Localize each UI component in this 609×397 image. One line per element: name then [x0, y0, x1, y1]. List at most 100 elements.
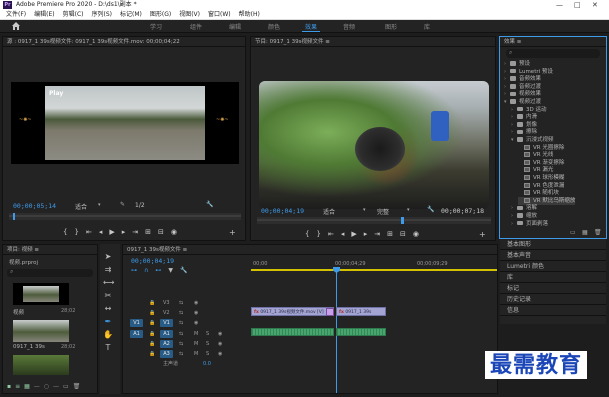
mic-icon[interactable]: ◉ — [218, 329, 222, 339]
extract-icon[interactable]: ⊟ — [400, 230, 413, 238]
source-resolution-select[interactable]: 1/2 — [135, 202, 145, 209]
sync-lock-icon[interactable]: ⇆ — [179, 298, 183, 308]
home-icon[interactable] — [12, 22, 20, 30]
mark-out-icon[interactable]: } — [74, 228, 85, 236]
eye-icon[interactable]: ◉ — [194, 318, 198, 328]
sync-lock-icon[interactable]: ⇆ — [179, 308, 183, 318]
play-icon[interactable]: ▶ — [351, 230, 363, 238]
lock-icon[interactable]: 🔒 — [149, 318, 155, 328]
frame-forward-icon[interactable]: ▸ — [122, 228, 133, 236]
lift-icon[interactable]: ⊞ — [387, 230, 400, 238]
track-name-a1[interactable]: A1 — [160, 330, 173, 338]
tab-learn[interactable]: 学习 — [150, 22, 162, 31]
side-panel-history[interactable]: 历史记录 — [500, 294, 606, 305]
wrench-icon[interactable]: ✎ — [120, 201, 125, 208]
export-frame-icon[interactable]: ◉ — [171, 228, 184, 236]
delete-icon[interactable]: 🗑 — [73, 383, 85, 390]
lock-icon[interactable]: 🔒 — [149, 339, 155, 349]
track-name-a3[interactable]: A3 — [160, 350, 173, 358]
export-frame-icon[interactable]: ◉ — [413, 230, 426, 238]
tab-graphics[interactable]: 图形 — [385, 22, 397, 31]
program-resolution-select[interactable]: 完整 — [377, 207, 389, 216]
play-icon[interactable]: ▶ — [109, 228, 121, 236]
track-name-v1[interactable]: V1 — [160, 319, 173, 327]
menu-item-0[interactable]: 文件(F) — [6, 11, 26, 18]
side-panel-essential-sound[interactable]: 基本声音 — [500, 250, 606, 261]
chevron-down-icon[interactable]: ▾ — [363, 207, 366, 213]
frame-back-icon[interactable]: ◂ — [341, 230, 352, 238]
audio-clip-a1-a[interactable] — [251, 328, 334, 336]
tab-libraries[interactable]: 库 — [424, 22, 430, 31]
menu-item-8[interactable]: 帮助(H) — [239, 11, 260, 18]
tab-effects[interactable]: 效果 — [305, 22, 317, 31]
chevron-down-icon[interactable]: ▾ — [407, 207, 410, 213]
lock-icon[interactable]: ▪ — [7, 383, 15, 390]
mute-button[interactable]: M — [194, 339, 198, 349]
ripple-edit-tool-icon[interactable]: ⟷ — [103, 278, 114, 288]
program-playhead[interactable] — [401, 217, 404, 224]
tab-editing[interactable]: 编辑 — [229, 22, 241, 31]
track-name-a2[interactable]: A2 — [160, 340, 173, 348]
source-patch-v1[interactable]: V1 — [130, 319, 143, 327]
frame-back-icon[interactable]: ◂ — [99, 228, 110, 236]
bin-thumbnail-3[interactable] — [13, 355, 69, 375]
side-panel-info[interactable]: 信息 — [500, 305, 606, 316]
settings-wrench-icon[interactable]: 🔧 — [180, 267, 194, 274]
add-marker-icon[interactable]: ▼ — [168, 267, 180, 274]
add-button-icon[interactable]: + — [479, 230, 486, 239]
step-back-icon[interactable]: ⇤ — [86, 228, 99, 236]
menu-item-5[interactable]: 图形(G) — [150, 11, 171, 18]
zoom-slider[interactable]: —○— — [34, 383, 63, 390]
source-playhead[interactable] — [13, 213, 15, 220]
mark-in-icon[interactable]: { — [63, 228, 74, 236]
track-select-tool-icon[interactable]: ⇉ — [103, 265, 113, 275]
lock-icon[interactable]: 🔒 — [149, 298, 155, 308]
delete-icon[interactable]: 🗑 — [594, 229, 602, 236]
solo-button[interactable]: S — [206, 339, 209, 349]
side-panel-libraries[interactable]: 库 — [500, 272, 606, 283]
solo-button[interactable]: S — [206, 349, 209, 359]
tab-color[interactable]: 颜色 — [268, 22, 280, 31]
eye-icon[interactable]: ◉ — [194, 298, 198, 308]
project-search-input[interactable]: ⌕ — [7, 268, 93, 277]
menu-item-1[interactable]: 编辑(E) — [34, 11, 54, 18]
work-area-bar[interactable] — [251, 269, 497, 271]
bin-thumbnail-1[interactable] — [13, 283, 69, 305]
sync-lock-icon[interactable]: ⇆ — [179, 329, 183, 339]
settings-wrench-icon[interactable]: 🔧 — [206, 201, 213, 208]
solo-button[interactable]: S — [206, 329, 209, 339]
source-scrub-bar[interactable] — [9, 213, 241, 220]
hand-tool-icon[interactable]: ✋ — [103, 330, 113, 340]
menu-item-6[interactable]: 视图(V) — [179, 11, 200, 18]
settings-wrench-icon[interactable]: 🔧 — [427, 206, 434, 213]
chevron-down-icon[interactable]: ▾ — [98, 202, 101, 208]
mark-in-icon[interactable]: { — [305, 230, 316, 238]
timeline-timecode[interactable]: 00;00;04;19 — [131, 257, 174, 265]
type-tool-icon[interactable]: T — [103, 343, 113, 353]
program-timecode[interactable]: 00;00;04;19 — [261, 207, 304, 215]
program-fit-select[interactable]: 适合 — [323, 207, 335, 216]
side-panel-lumetri-color[interactable]: Lumetri 颜色 — [500, 261, 606, 272]
pen-tool-icon[interactable]: ✒ — [103, 317, 113, 327]
list-view-icon[interactable]: ≡ — [15, 383, 24, 390]
mic-icon[interactable]: ◉ — [218, 339, 222, 349]
lock-icon[interactable]: 🔒 — [149, 308, 155, 318]
sync-lock-icon[interactable]: ⇆ — [179, 318, 183, 328]
slip-tool-icon[interactable]: ↔ — [103, 304, 113, 314]
program-scrub-bar[interactable] — [257, 217, 491, 224]
source-patch-a1[interactable]: A1 — [130, 330, 143, 338]
sync-lock-icon[interactable]: ⇆ — [179, 349, 183, 359]
video-clip-v1-b[interactable]: fx 0917_1 39s — [336, 307, 386, 316]
effect-folder[interactable]: › 页面剥落 — [511, 220, 548, 229]
new-item-icon[interactable]: ▦ — [582, 229, 588, 236]
minimize-icon[interactable]: — — [556, 0, 563, 10]
bin-thumbnail-2[interactable] — [13, 320, 69, 342]
maximize-icon[interactable]: □ — [574, 0, 581, 10]
side-panel-essential-graphics[interactable]: 基本图形 — [500, 239, 606, 250]
mark-out-icon[interactable]: } — [316, 230, 327, 238]
mute-button[interactable]: M — [194, 349, 198, 359]
side-panel-markers[interactable]: 标记 — [500, 283, 606, 294]
new-bin-icon[interactable]: ▭ — [570, 229, 576, 236]
step-forward-icon[interactable]: ⇥ — [374, 230, 387, 238]
menu-item-2[interactable]: 剪辑(C) — [63, 11, 84, 18]
